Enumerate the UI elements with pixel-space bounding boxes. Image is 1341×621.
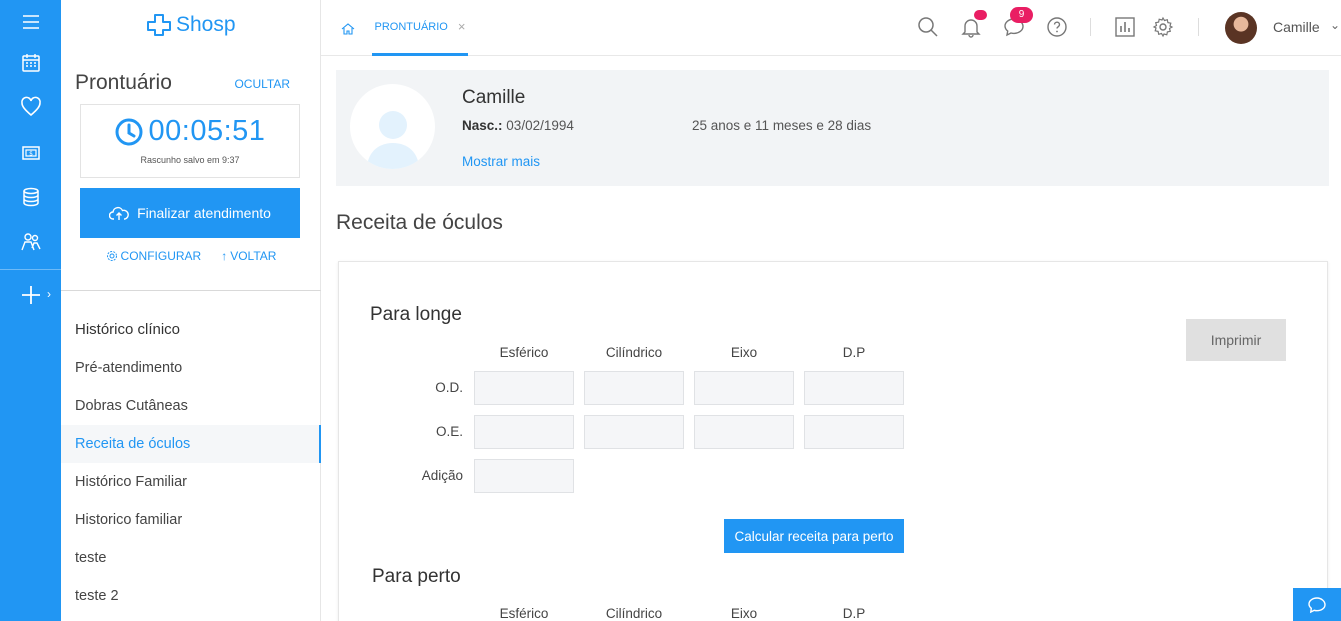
row-od: O.D. [435, 380, 463, 395]
patient-birth: Nasc.: 03/02/1994 [462, 118, 574, 133]
near-col-eixo: Eixo [730, 606, 758, 621]
prescription-form: Para longe Esférico Cilíndrico Eixo D.P … [338, 261, 1328, 621]
clock-icon [115, 118, 143, 145]
heart-icon[interactable] [0, 85, 61, 129]
row-adicao: Adição [421, 468, 463, 483]
clinical-history-title: Histórico clínico [75, 321, 181, 338]
far-title: Para longe [370, 304, 462, 325]
oe-dp-input[interactable] [804, 415, 904, 449]
finish-appointment-button[interactable]: Finalizar atendimento [80, 188, 300, 238]
col-eixo: Eixo [730, 345, 758, 360]
topbar-divider [1090, 18, 1091, 36]
person-placeholder-icon [366, 111, 419, 169]
icon-rail: $ › [0, 0, 61, 621]
near-col-esferico: Esférico [499, 606, 549, 621]
chevron-down-icon[interactable]: ⌄ [1330, 18, 1340, 32]
messages-badge: 9 [1010, 7, 1033, 23]
logo-text: Shosp [176, 13, 236, 36]
col-cilindrico: Cilíndrico [605, 345, 663, 360]
chat-bubble-icon [1308, 596, 1326, 613]
sidebar-item-historico-familiar-2[interactable]: Historico familiar [61, 501, 321, 539]
od-eixo-input[interactable] [694, 371, 794, 405]
sidebar-item-receita-de-oculos[interactable]: Receita de óculos [61, 425, 321, 463]
patient-name: Camille [462, 87, 526, 108]
row-oe: O.E. [435, 424, 463, 439]
clinical-history-list: Pré-atendimento Dobras Cutâneas Receita … [61, 349, 321, 615]
close-icon[interactable]: × [458, 19, 466, 34]
notification-badge [974, 10, 987, 20]
oe-cilindrico-input[interactable] [584, 415, 684, 449]
configure-link[interactable]: CONFIGURAR [106, 249, 202, 263]
birth-label: Nasc.: [462, 118, 503, 133]
patient-card: Camille Nasc.: 03/02/1994 25 anos e 11 m… [336, 70, 1329, 186]
search-icon[interactable] [917, 16, 939, 43]
bell-icon[interactable] [961, 16, 981, 43]
gear-icon[interactable] [1152, 16, 1174, 43]
top-bar: PRONTUÁRIO × 9 Camille ⌄ [321, 0, 1341, 56]
user-avatar[interactable] [1225, 12, 1257, 44]
logo[interactable]: Shosp [146, 13, 236, 37]
database-icon[interactable] [0, 175, 61, 219]
svg-text:$: $ [29, 151, 33, 158]
back-label: VOLTAR [230, 249, 277, 263]
col-dp: D.P [842, 345, 866, 360]
user-name[interactable]: Camille [1273, 19, 1320, 35]
finish-appointment-label: Finalizar atendimento [137, 205, 271, 221]
draft-saved-note: Rascunho salvo em 9:37 [140, 155, 240, 165]
patient-avatar [350, 84, 435, 169]
timer-value: 00:05:51 [148, 115, 266, 147]
col-esferico: Esférico [499, 345, 549, 360]
back-link[interactable]: ↑ VOLTAR [221, 249, 276, 263]
sidebar-item-dobras-cutaneas[interactable]: Dobras Cutâneas [61, 387, 321, 425]
od-esferico-input[interactable] [474, 371, 574, 405]
section-title: Receita de óculos [336, 211, 503, 234]
oe-esferico-input[interactable] [474, 415, 574, 449]
hide-link[interactable]: OCULTAR [234, 77, 290, 91]
money-icon[interactable]: $ [0, 131, 61, 175]
sidebar-item-historico-familiar[interactable]: Histórico Familiar [61, 463, 321, 501]
oe-eixo-input[interactable] [694, 415, 794, 449]
chat-button[interactable] [1293, 588, 1341, 621]
near-title: Para perto [372, 566, 461, 587]
cloud-upload-icon [109, 206, 129, 220]
rail-divider [0, 269, 61, 270]
timer-box: 00:05:51 Rascunho salvo em 9:37 [80, 104, 300, 178]
sidebar-item-teste-2[interactable]: teste 2 [61, 577, 321, 615]
sidebar-item-teste[interactable]: teste [61, 539, 321, 577]
arrow-up-icon: ↑ [221, 249, 228, 263]
main-content: Camille Nasc.: 03/02/1994 25 anos e 11 m… [321, 56, 1341, 621]
tab-label: PRONTUÁRIO [374, 20, 448, 33]
near-col-dp: D.P [842, 606, 866, 621]
near-col-cilindrico: Cilíndrico [605, 606, 663, 621]
configure-label: CONFIGURAR [120, 249, 202, 263]
od-cilindrico-input[interactable] [584, 371, 684, 405]
patient-age: 25 anos e 11 meses e 28 dias [692, 118, 872, 133]
bar-chart-icon[interactable] [1114, 16, 1136, 43]
sidebar: Shosp Prontuário OCULTAR 00:05:51 Rascun… [61, 0, 321, 621]
calculate-near-button[interactable]: Calcular receita para perto [724, 519, 904, 553]
sidebar-item-pre-atendimento[interactable]: Pré-atendimento [61, 349, 321, 387]
addition-input[interactable] [474, 459, 574, 493]
cross-cloud-icon [147, 14, 171, 36]
sidebar-divider [61, 290, 321, 291]
show-more-link[interactable]: Mostrar mais [462, 154, 540, 169]
chevron-right-icon[interactable]: › [47, 287, 51, 301]
users-icon[interactable] [0, 220, 61, 264]
help-icon[interactable] [1046, 16, 1068, 43]
od-dp-input[interactable] [804, 371, 904, 405]
sidebar-actions: CONFIGURAR ↑ VOLTAR [61, 249, 321, 263]
menu-icon[interactable] [0, 0, 61, 44]
gear-icon [106, 251, 117, 261]
topbar-divider-2 [1198, 18, 1199, 36]
home-icon[interactable] [341, 22, 355, 40]
print-button[interactable]: Imprimir [1186, 319, 1286, 361]
plus-icon[interactable] [0, 273, 61, 317]
birth-date: 03/02/1994 [506, 118, 574, 133]
tab-prontuario[interactable]: PRONTUÁRIO × [372, 0, 468, 56]
calendar-icon[interactable] [0, 41, 61, 85]
sidebar-title: Prontuário [75, 71, 172, 94]
